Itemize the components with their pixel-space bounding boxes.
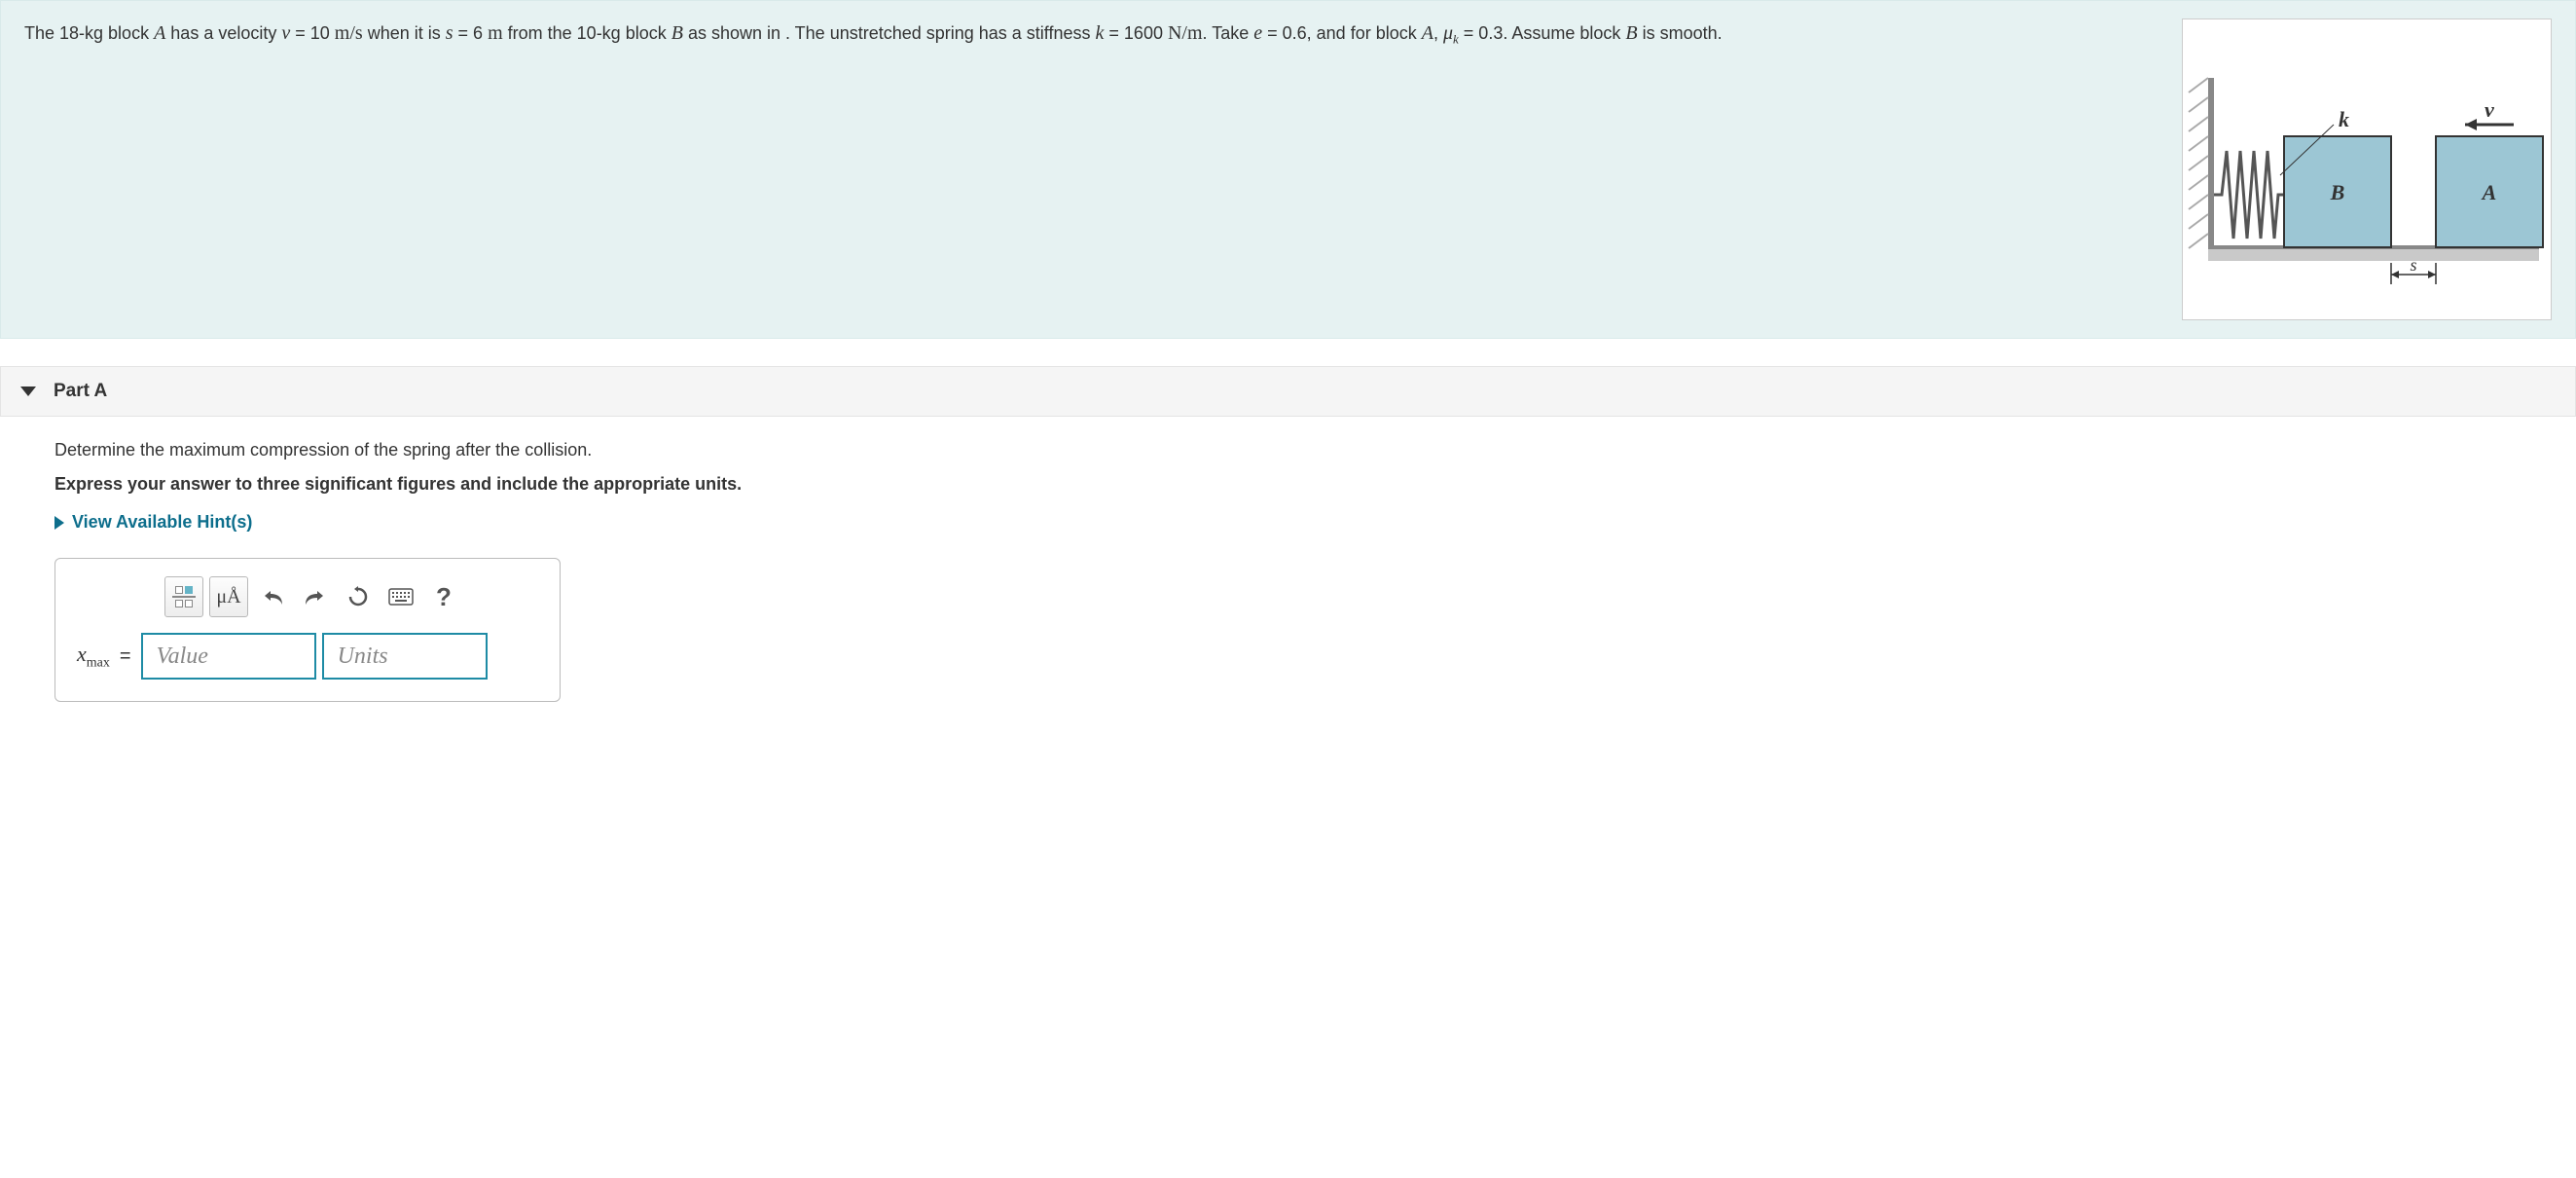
hints-label: View Available Hint(s)	[72, 512, 252, 533]
t: = 0.6, and for block	[1262, 23, 1422, 43]
fig-label-s: s	[2410, 255, 2416, 275]
var-a: A	[1422, 22, 1433, 44]
figure-svg: B A k v s	[2183, 19, 2551, 319]
collapse-icon	[20, 387, 36, 396]
symbols-button[interactable]: μÅ	[209, 576, 248, 617]
redo-button[interactable]	[297, 578, 334, 615]
view-hints-button[interactable]: View Available Hint(s)	[54, 512, 2522, 533]
units-placeholder: Units	[338, 644, 388, 670]
problem-text: The 18-kg block A has a velocity v = 10 …	[24, 18, 2162, 50]
t: = 1600	[1104, 23, 1168, 43]
unit: m/s	[335, 22, 363, 44]
t: . Take	[1203, 23, 1254, 43]
equals-sign: =	[120, 645, 131, 668]
problem-area: The 18-kg block A has a velocity v = 10 …	[0, 0, 2576, 339]
part-a-body: Determine the maximum compression of the…	[0, 417, 2576, 725]
var-s: s	[446, 22, 454, 44]
var-mu: μ	[1443, 22, 1453, 44]
fig-label-k: k	[2339, 107, 2349, 131]
t: as shown in . The unstretched spring has…	[683, 23, 1096, 43]
answer-instruction: Express your answer to three significant…	[54, 474, 2522, 495]
templates-button[interactable]	[164, 576, 203, 617]
answer-variable: xmax	[77, 642, 110, 671]
var-v: v	[281, 22, 290, 44]
t: ,	[1433, 23, 1443, 43]
reset-button[interactable]	[340, 578, 377, 615]
fig-label-v: v	[2485, 97, 2494, 122]
t: The 18-kg block	[24, 23, 154, 43]
question-text: Determine the maximum compression of the…	[54, 440, 2522, 460]
mu-angstrom-icon: μÅ	[216, 586, 240, 607]
var-e: e	[1253, 22, 1262, 44]
keyboard-icon	[388, 588, 414, 606]
units-input[interactable]: Units	[322, 633, 488, 680]
t: = 10	[290, 23, 335, 43]
fraction-icon	[172, 586, 196, 607]
part-a-title: Part A	[54, 381, 107, 402]
part-a-header[interactable]: Part A	[0, 366, 2576, 417]
answer-row: xmax = Value Units	[77, 633, 538, 680]
undo-button[interactable]	[254, 578, 291, 615]
t: from the 10-kg block	[503, 23, 671, 43]
redo-icon	[304, 587, 327, 607]
var-b: B	[671, 22, 683, 44]
t: when it is	[363, 23, 446, 43]
undo-icon	[261, 587, 284, 607]
unit: N/m	[1168, 22, 1203, 44]
answer-panel: μÅ ? xmax = Value	[54, 558, 561, 702]
var-a: A	[154, 22, 165, 44]
var-sub: max	[87, 655, 110, 670]
reset-icon	[347, 586, 369, 607]
fig-label-a: A	[2481, 180, 2497, 204]
var-b: B	[1625, 22, 1637, 44]
t: is smooth.	[1638, 23, 1723, 43]
help-button[interactable]: ?	[425, 578, 462, 615]
t: has a velocity	[165, 23, 281, 43]
keyboard-button[interactable]	[382, 578, 419, 615]
expand-icon	[54, 516, 64, 530]
figure: B A k v s	[2182, 18, 2552, 320]
value-input[interactable]: Value	[141, 633, 316, 680]
unit: m	[488, 22, 503, 44]
fig-label-b: B	[2330, 180, 2345, 204]
answer-toolbar: μÅ ?	[164, 576, 538, 617]
t: = 0.3. Assume block	[1459, 23, 1626, 43]
value-placeholder: Value	[157, 644, 208, 670]
t: = 6	[454, 23, 489, 43]
var-x: x	[77, 642, 87, 666]
